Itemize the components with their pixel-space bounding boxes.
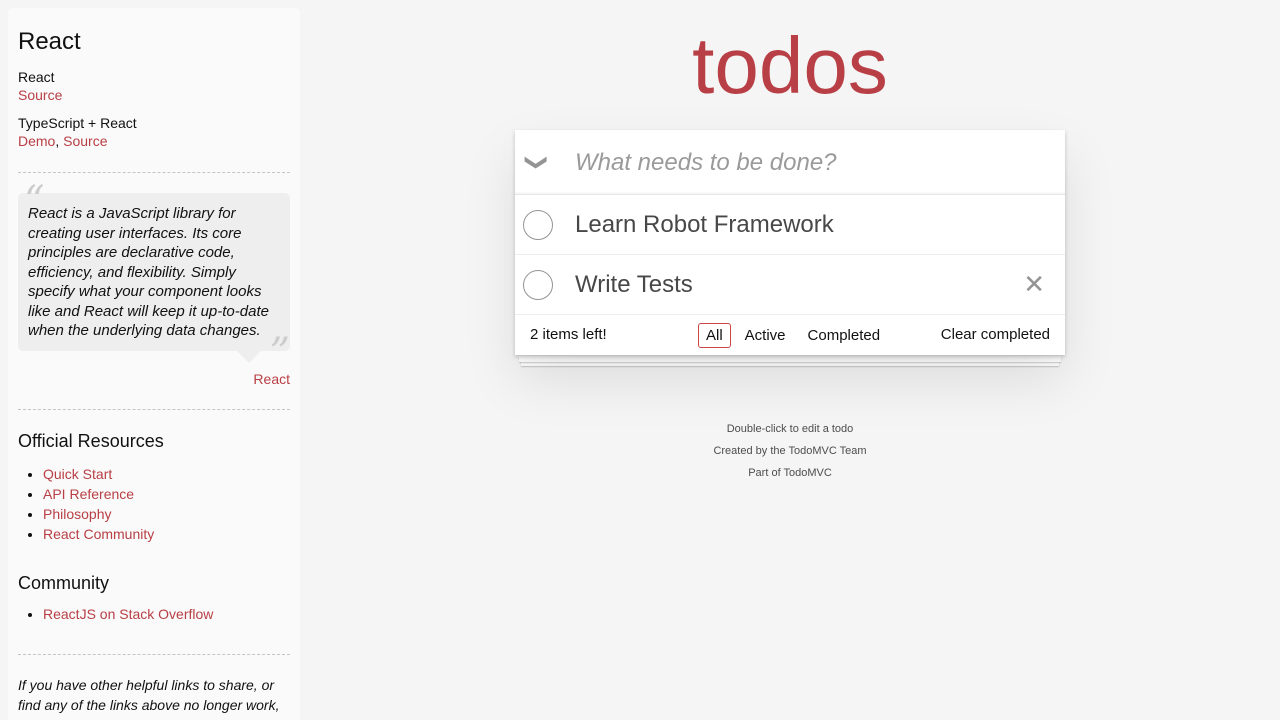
info-part-of: Part of TodoMVC: [748, 467, 832, 479]
example-react: React Source: [18, 68, 290, 104]
official-resources-heading: Official Resources: [18, 430, 164, 451]
list-item: ReactJS on Stack Overflow: [43, 604, 290, 624]
app-title: todos: [692, 21, 888, 110]
example-typescript-react: TypeScript + React Demo, Source: [18, 114, 290, 150]
quote-block: “ React is a JavaScript library for crea…: [18, 181, 290, 387]
resource-link-api-reference[interactable]: API Reference: [43, 486, 134, 502]
footer-note: If you have other helpful links to share…: [18, 676, 280, 720]
info-credits: Created by the TodoMVC Team: [713, 445, 867, 457]
quote-arrow: [236, 349, 262, 363]
community-list: ReactJS on Stack Overflow: [18, 604, 290, 624]
info-footer: Double-click to edit a todo Created by t…: [515, 418, 1065, 484]
todo-label[interactable]: Learn Robot Framework: [575, 195, 834, 254]
todo-item[interactable]: Learn Robot Framework: [515, 195, 1065, 255]
divider: [18, 653, 290, 655]
list-item: Philosophy: [43, 504, 290, 524]
todo-checkbox[interactable]: [523, 210, 553, 240]
clear-completed-button[interactable]: Clear completed: [941, 326, 1050, 343]
community-heading: Community: [18, 572, 110, 593]
resource-link-philosophy[interactable]: Philosophy: [43, 506, 112, 522]
resource-link-react-community[interactable]: React Community: [43, 526, 154, 542]
source-link[interactable]: Source: [63, 133, 107, 149]
toggle-all-chevron-icon[interactable]: ❯: [505, 140, 570, 185]
sidebar-title: React: [18, 28, 81, 55]
filter-all[interactable]: All: [698, 323, 731, 348]
divider: [18, 408, 290, 410]
close-quote-icon: ”: [269, 329, 290, 376]
community-link-stack-overflow[interactable]: ReactJS on Stack Overflow: [43, 606, 213, 622]
quote: “ React is a JavaScript library for crea…: [18, 181, 290, 373]
todo-header: ❯: [515, 130, 1065, 195]
list-item: React Community: [43, 524, 290, 544]
filter-completed[interactable]: Completed: [800, 323, 889, 348]
items-left-count: 2 items left!: [530, 326, 607, 343]
example-name: TypeScript + React: [18, 115, 137, 131]
source-link[interactable]: Source: [18, 87, 62, 103]
example-name: React: [18, 69, 55, 85]
resource-link-quick-start[interactable]: Quick Start: [43, 466, 112, 482]
sidebar: React React Source TypeScript + React De…: [8, 8, 300, 720]
filter-active[interactable]: Active: [737, 323, 794, 348]
todo-app: ❯ Learn Robot Framework Write Tests ✕ 2 …: [515, 130, 1065, 355]
delete-todo-close-icon[interactable]: ✕: [1023, 269, 1045, 299]
official-resources-list: Quick Start API Reference Philosophy Rea…: [18, 464, 290, 544]
demo-link[interactable]: Demo: [18, 133, 55, 149]
list-item: Quick Start: [43, 464, 290, 484]
filters: All Active Completed: [695, 323, 891, 348]
todo-label[interactable]: Write Tests: [575, 255, 693, 314]
todo-checkbox[interactable]: [523, 270, 553, 300]
todo-footer: 2 items left! All Active Completed Clear…: [515, 315, 1065, 355]
open-quote-icon: “: [24, 178, 45, 224]
new-todo-input[interactable]: [575, 130, 1055, 195]
info-edit-hint: Double-click to edit a todo: [726, 423, 854, 435]
stack-shadow: [519, 356, 1061, 362]
link-separator: ,: [55, 133, 64, 149]
list-item: API Reference: [43, 484, 290, 504]
divider: [18, 172, 290, 173]
todo-item[interactable]: Write Tests ✕: [515, 255, 1065, 315]
quote-text: React is a JavaScript library for creati…: [28, 205, 269, 339]
